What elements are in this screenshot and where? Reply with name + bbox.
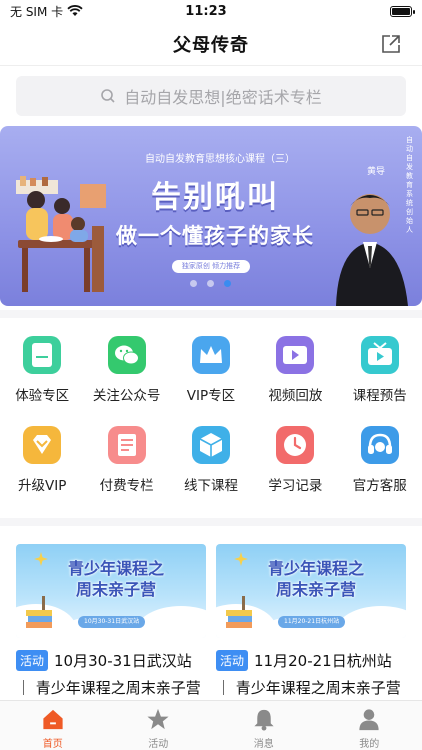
tab-home[interactable]: 首页: [0, 701, 106, 750]
grid-item-label: 升级VIP: [18, 478, 67, 494]
banner-dot[interactable]: [224, 280, 231, 287]
grid-item-label: 学习记录: [268, 478, 323, 494]
tablet-icon: [23, 336, 62, 374]
banner-tag: 独家原创 倾力推荐: [172, 260, 250, 273]
cloud-decoration: [136, 606, 206, 638]
tab-bell[interactable]: 消息: [211, 701, 317, 750]
status-left: 无 SIM 卡: [10, 3, 150, 20]
grid-item-label: VIP专区: [186, 388, 236, 404]
status-right: [272, 5, 415, 17]
image-title-line: 周末亲子营: [75, 580, 156, 599]
grid-item-video-play[interactable]: 视频回放: [253, 322, 337, 412]
banner-pagination: [190, 280, 231, 287]
carrier-label: 无 SIM 卡: [10, 4, 64, 19]
bell-icon: [254, 709, 274, 731]
tab-person[interactable]: 我的: [317, 701, 422, 750]
grid-item-crown[interactable]: VIP专区: [169, 322, 253, 412]
grid-item-tablet[interactable]: 体验专区: [0, 322, 84, 412]
battery-level: [392, 7, 410, 15]
grid-item-document[interactable]: 付费专栏: [84, 412, 168, 502]
grid-row: 体验专区 关注公众号 VIP专区 视频回放 课程预告: [0, 322, 422, 412]
activity-card-date: 10月30-31日武汉站: [54, 652, 192, 670]
banner-headline: 告别吼叫: [151, 180, 279, 215]
banner-dot[interactable]: [190, 280, 197, 287]
search-icon: [101, 89, 115, 103]
tab-star[interactable]: 活动: [106, 701, 212, 750]
activity-card[interactable]: 青少年课程之 周末亲子营 10月30-31日武汉站 活动 10月30-31日武汉站｜ 青…: [16, 544, 206, 698]
grid-item-wechat[interactable]: 关注公众号: [84, 322, 168, 412]
activity-card-image-tag: 11月20-21日杭州站: [278, 616, 346, 628]
nav-bar: 父母传奇: [0, 22, 422, 66]
clock-icon: [276, 426, 315, 464]
status-time: 11:23: [185, 3, 227, 19]
section-divider: [0, 518, 422, 526]
grid-item-label: 体验专区: [15, 388, 70, 404]
promo-banner[interactable]: 自动自发教育思想核心课程（三） 告别吼叫 做一个懂孩子的家长 独家原创 倾力推荐…: [0, 126, 422, 306]
activity-card-image-title: 青少年课程之 周末亲子营: [246, 558, 386, 600]
grid-item-label: 付费专栏: [99, 478, 154, 494]
cube-icon: [191, 426, 230, 464]
battery-icon: [390, 5, 415, 17]
tab-label: 我的: [359, 739, 380, 750]
section-divider: [0, 310, 422, 318]
headset-icon: [360, 426, 399, 464]
crown-icon: [191, 336, 230, 374]
status-bar: 无 SIM 卡 11:23: [0, 0, 422, 22]
feature-grid: 体验专区 关注公众号 VIP专区 视频回放 课程预告升级VIP 付费专栏 线下课程 学习记录 官…: [0, 322, 422, 502]
tab-label: 消息: [253, 739, 274, 750]
activity-card-image-tag: 10月30-31日武汉站: [78, 616, 146, 628]
grid-item-clock[interactable]: 学习记录: [253, 412, 337, 502]
banner-side-text: 自动自发教育系统创始人: [406, 136, 413, 234]
grid-item-label: 视频回放: [268, 388, 323, 404]
share-icon[interactable]: [380, 33, 402, 55]
activity-card[interactable]: 青少年课程之 周末亲子营 11月20-21日杭州站 活动 11月20-21日杭州站｜ 青…: [216, 544, 406, 698]
activity-card-meta: 活动 11月20-21日杭州站: [216, 650, 406, 671]
page-title: 父母传奇: [173, 34, 249, 56]
image-title-line: 青少年课程之: [67, 559, 164, 578]
grid-item-label: 关注公众号: [92, 388, 161, 404]
activity-card-image-title: 青少年课程之 周末亲子营: [46, 558, 186, 600]
wechat-icon: [107, 336, 146, 374]
tv-icon: [360, 336, 399, 374]
grid-item-tv[interactable]: 课程预告: [338, 322, 422, 412]
grid-item-label: 官方客服: [352, 478, 407, 494]
banner-subtitle: 自动自发教育思想核心课程（三）: [145, 154, 295, 165]
activity-badge: 活动: [16, 650, 49, 671]
grid-item-diamond[interactable]: 升级VIP: [0, 412, 84, 502]
grid-row: 升级VIP 付费专栏 线下课程 学习记录 官方客服: [0, 412, 422, 502]
banner-speaker-name: 黄导: [367, 167, 386, 177]
tab-bar: 首页 活动 消息 我的: [0, 700, 422, 750]
activity-card-image: 青少年课程之 周末亲子营 11月20-21日杭州站: [216, 544, 406, 638]
activity-card-image: 青少年课程之 周末亲子营 10月30-31日武汉站: [16, 544, 206, 638]
image-title-line: 周末亲子营: [275, 580, 356, 599]
grid-item-cube[interactable]: 线下课程: [169, 412, 253, 502]
search-input[interactable]: 自动自发思想|绝密话术专栏: [16, 76, 406, 116]
wifi-icon: [67, 5, 83, 16]
activity-card-meta: 活动 10月30-31日武汉站: [16, 650, 206, 671]
grid-item-label: 课程预告: [352, 388, 407, 404]
star-icon: [147, 708, 169, 730]
image-title-line: 青少年课程之: [267, 559, 364, 578]
banner-headline-2: 做一个懂孩子的家长: [116, 224, 314, 248]
grid-item-headset[interactable]: 官方客服: [338, 412, 422, 502]
activity-card-title: ｜ 青少年课程之周末亲子营: [16, 679, 201, 697]
person-icon: [359, 709, 379, 731]
tab-label: 活动: [148, 739, 169, 750]
document-icon: [107, 426, 146, 464]
activity-cards: 青少年课程之 周末亲子营 10月30-31日武汉站 活动 10月30-31日武汉站｜ 青…: [16, 544, 406, 698]
activity-card-title: ｜ 青少年课程之周末亲子营: [216, 679, 401, 697]
activity-card-date: 11月20-21日杭州站: [254, 652, 392, 670]
cloud-decoration: [336, 606, 406, 638]
search-placeholder: 自动自发思想|绝密话术专栏: [124, 88, 322, 107]
tab-label: 首页: [42, 739, 63, 750]
diamond-icon: [23, 426, 62, 464]
activity-badge: 活动: [216, 650, 249, 671]
speaker-photo: [336, 194, 408, 306]
grid-item-label: 线下课程: [183, 478, 238, 494]
video-play-icon: [276, 336, 315, 374]
banner-dot[interactable]: [207, 280, 214, 287]
home-icon: [43, 709, 63, 730]
